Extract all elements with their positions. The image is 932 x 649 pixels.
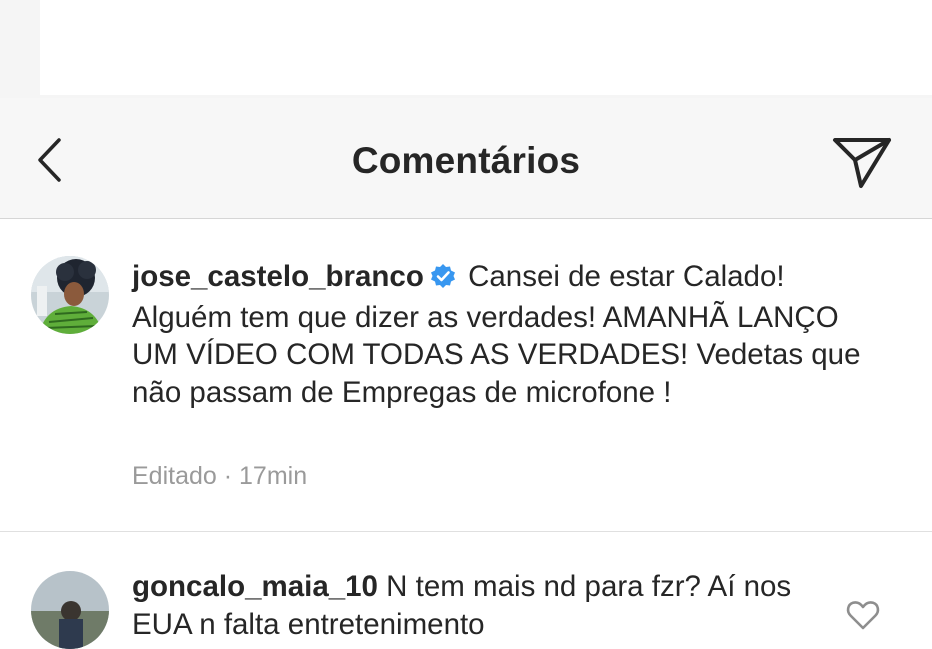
comment-item: jose_castelo_branco Cansei de estar Cala… [0, 220, 932, 532]
heart-outline-icon [846, 601, 880, 630]
comment-item: goncalo_maia_10 N tem mais nd para fzr? … [0, 533, 932, 649]
previous-screen-card [40, 0, 932, 95]
comment-text-block: jose_castelo_branco Cansei de estar Cala… [132, 258, 872, 411]
avatar[interactable] [31, 571, 109, 649]
like-button[interactable] [846, 599, 880, 631]
share-button[interactable] [826, 132, 898, 192]
paper-plane-icon [833, 138, 891, 188]
comment-text-block: goncalo_maia_10 N tem mais nd para fzr? … [132, 568, 822, 643]
comment-username[interactable]: goncalo_maia_10 [132, 570, 378, 603]
avatar-image [31, 256, 109, 334]
comments-header: Comentários [0, 98, 932, 219]
edited-label: Editado [132, 462, 217, 490]
comment-meta: Editado · 17min [132, 462, 307, 491]
verified-badge-icon [430, 261, 456, 299]
meta-separator: · [223, 462, 233, 490]
previous-screen-strip [0, 0, 932, 98]
page-title: Comentários [351, 140, 581, 181]
comment-username[interactable]: jose_castelo_branco [132, 260, 424, 293]
comment-time: 17min [239, 462, 308, 490]
avatar-image [31, 571, 109, 649]
avatar[interactable] [31, 256, 109, 334]
